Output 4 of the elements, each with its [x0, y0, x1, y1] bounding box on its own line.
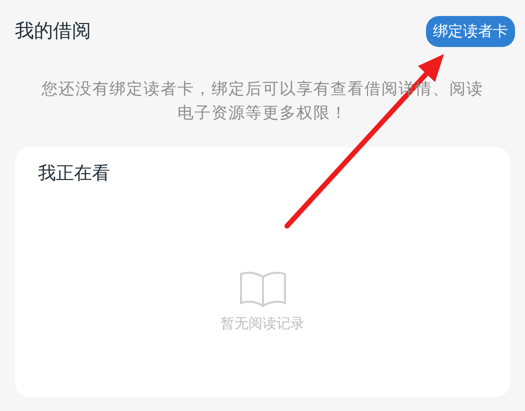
card-title: 我正在看 — [38, 162, 110, 185]
empty-message: 暂无阅读记录 — [220, 315, 304, 333]
page-title: 我的借阅 — [15, 19, 91, 44]
bind-card-button[interactable]: 绑定读者卡 — [426, 16, 515, 46]
